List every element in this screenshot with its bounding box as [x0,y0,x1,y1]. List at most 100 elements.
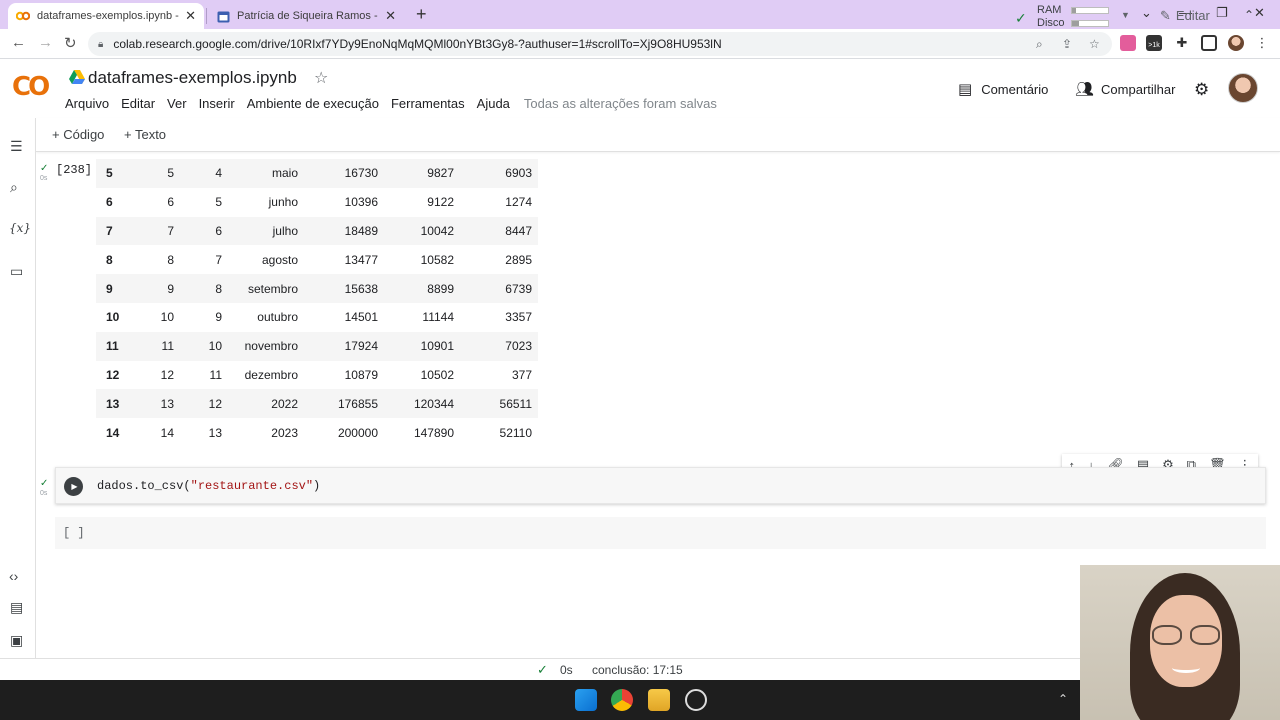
table-row: 9 9 8 setembro 15638 8899 6739 [96,274,538,303]
row-index: 8 [106,252,113,267]
user-avatar[interactable] [1228,73,1258,103]
file-explorer-icon[interactable] [648,689,670,711]
google-drive-icon[interactable] [69,70,85,84]
menu-arquivo[interactable]: Arquivo [65,96,109,111]
menu-bar: Arquivo Editar Ver Inserir Ambiente de e… [65,96,717,111]
new-tab-icon[interactable]: + [416,4,427,25]
menu-inserir[interactable]: Inserir [199,96,235,111]
extension-m-icon[interactable] [1120,35,1136,51]
execution-success-check-icon: ✓ [40,163,49,174]
row-index: 6 [106,195,113,210]
browser-menu-icon[interactable]: ⋮ [1254,35,1270,51]
chrome-taskbar-icon[interactable] [611,689,633,711]
empty-code-cell[interactable]: [ ] [55,517,1266,549]
table-cell: outubro [257,310,298,325]
search-icon[interactable]: ⌕ [10,179,18,196]
table-cell: junho [268,195,298,210]
save-status[interactable]: Todas as alterações foram salvas [524,96,717,111]
menu-editar[interactable]: Editar [121,96,155,111]
forward-icon[interactable]: → [38,34,53,51]
terminal-icon[interactable]: ▣ [10,632,23,649]
ram-label: RAM [1037,4,1062,16]
table-row: 6 6 5 junho 10396 9122 1274 [96,188,538,217]
webcam-overlay [1080,565,1280,720]
settings-gear-icon[interactable]: ⚙ [1194,80,1209,100]
windows-start-icon[interactable] [575,689,597,711]
extension-badge: >1k [1148,42,1160,49]
row-index: 5 [96,159,146,188]
tab-profile-page[interactable]: Patrícia de Siqueira Ramos - proc ✕ [208,3,404,29]
table-cell: 3357 [505,310,532,325]
table-cell: 6903 [460,159,538,188]
runtime-dropdown-icon[interactable]: ▼ [1121,10,1130,20]
share-label: Compartilhar [1101,81,1176,97]
table-cell: 14 [160,425,174,440]
variables-icon[interactable]: {x} [9,221,31,235]
table-cell: setembro [228,274,304,303]
tab-search-icon[interactable]: ⌄ [1141,5,1152,21]
table-cell: 11 [209,367,222,382]
execution-time: 0s [40,490,48,497]
address-bar[interactable]: 🔒︎ colab.research.google.com/drive/10RIx… [88,32,1112,56]
colab-header: CO dataframes-exemplos.ipynb ☆ Arquivo E… [0,60,1280,118]
code-editor[interactable]: dados.to_csv("restaurante.csv") [97,479,320,493]
table-of-contents-icon[interactable]: ☰ [10,138,23,155]
table-cell: 10042 [384,216,460,246]
close-tab-icon[interactable]: ✕ [185,8,196,24]
tab-colab-notebook[interactable]: dataframes-exemplos.ipynb - Co ✕ [8,3,204,29]
colab-logo[interactable]: CO [12,72,50,102]
menu-ferramentas[interactable]: Ferramentas [391,96,465,111]
code-cell[interactable]: ▶ dados.to_csv("restaurante.csv") [55,467,1266,504]
obs-recorder-icon[interactable] [685,689,707,711]
share-button[interactable]: 👥︎ Compartilhar [1075,80,1175,98]
empty-cell-execution-count: [ ] [63,526,85,540]
table-cell: 10502 [420,367,454,382]
notebook-title[interactable]: dataframes-exemplos.ipynb [88,68,297,88]
reload-icon[interactable]: ↻ [64,34,77,52]
extensions-puzzle-icon[interactable]: ✚ [1174,35,1190,51]
close-window-icon[interactable]: ✕ [1254,5,1265,21]
status-completion[interactable]: conclusão: 17:15 [592,663,683,677]
profile-avatar-icon[interactable] [1228,35,1244,51]
maximize-icon[interactable]: ❐ [1216,5,1228,21]
folder-icon[interactable]: ▭ [10,263,23,280]
comment-button[interactable]: ▤ Comentário [958,80,1048,98]
menu-ver[interactable]: Ver [167,96,187,111]
add-text-button[interactable]: + Texto [124,127,166,142]
tray-chevron-up-icon[interactable]: ⌃ [1058,692,1068,706]
table-cell: 5 [215,195,222,210]
edit-button[interactable]: ✎ Editar [1160,8,1210,24]
run-cell-play-icon[interactable]: ▶ [64,477,83,496]
tab-title: dataframes-exemplos.ipynb - Co [37,10,179,22]
star-icon[interactable]: ☆ [314,68,328,88]
row-index: 13 [96,389,146,419]
zoom-icon[interactable]: ⌕ [1036,37,1043,52]
table-cell: 17924 [304,331,384,361]
tab-title: Patrícia de Siqueira Ramos - proc [237,10,379,22]
execution-success-check-icon: ✓ [40,478,49,489]
menu-ambiente-execucao[interactable]: Ambiente de execução [247,96,379,111]
extension-counter-icon[interactable]: >1k [1146,35,1162,51]
code-snippets-icon[interactable]: ‹› [9,568,18,584]
table-cell: 10396 [344,195,378,210]
lock-icon: 🔒︎ [98,38,104,50]
collapse-chevron-up-icon[interactable]: ⌃ [1244,8,1254,22]
table-cell: 4 [180,159,228,188]
add-code-button[interactable]: + Código [52,127,104,142]
disk-label: Disco [1037,17,1065,29]
command-palette-icon[interactable]: ▤ [10,599,23,616]
share-page-icon[interactable]: ⇪ [1062,37,1072,51]
side-panel-icon[interactable] [1201,35,1217,51]
row-index: 12 [106,367,120,382]
table-cell: 16730 [304,159,384,188]
menu-ajuda[interactable]: Ajuda [477,96,510,111]
back-icon[interactable]: ← [11,34,26,51]
table-cell: 200000 [337,425,378,440]
webcam-person-smile [1172,663,1200,673]
table-cell: 147890 [413,425,454,440]
close-tab-icon[interactable]: ✕ [385,8,396,24]
table-cell: 5 [146,159,180,188]
bookmark-star-icon[interactable]: ☆ [1089,37,1100,51]
table-row: 8 8 7 agosto 13477 10582 2895 [96,245,538,274]
table-cell: 10 [180,331,228,361]
